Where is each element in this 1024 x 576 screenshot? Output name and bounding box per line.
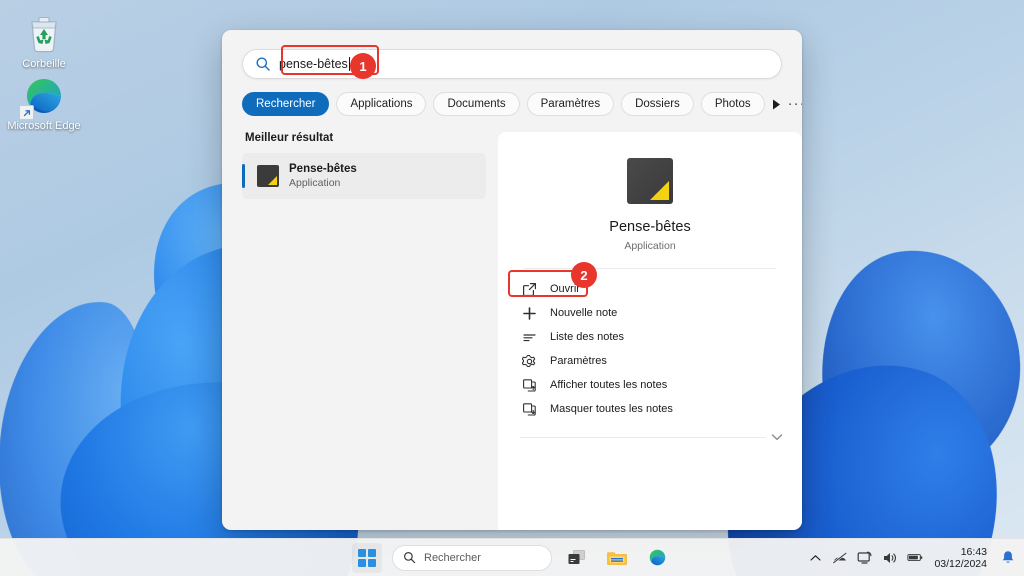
filter-tab-photos[interactable]: Photos — [700, 92, 765, 116]
battery-icon[interactable] — [907, 550, 923, 566]
list-icon — [520, 328, 538, 346]
chevron-up-icon[interactable] — [807, 550, 823, 566]
search-input[interactable]: pense-bêtes — [242, 45, 782, 79]
microsoft-edge-icon — [19, 73, 67, 120]
gear-icon — [520, 352, 538, 370]
chevron-down-icon[interactable] — [766, 433, 788, 442]
selection-indicator — [242, 164, 245, 188]
action-label: Masquer toutes les notes — [550, 403, 673, 415]
app-detail-name: Pense-bêtes — [609, 219, 691, 235]
desktop-icon-microsoft-edge[interactable]: Microsoft Edge — [6, 72, 82, 133]
hide-all-notes-icon — [520, 400, 538, 418]
display-cast-icon[interactable] — [857, 550, 873, 566]
filter-tab-dossiers[interactable]: Dossiers — [621, 92, 694, 116]
shortcut-arrow-icon — [19, 105, 34, 120]
system-tray[interactable]: 16:43 03/12/2024 — [807, 546, 1016, 570]
taskbar-clock[interactable]: 16:43 03/12/2024 — [934, 546, 987, 570]
search-filter-tabs[interactable]: Rechercher Applications Documents Paramè… — [222, 79, 802, 116]
taskbar-search-placeholder: Rechercher — [424, 551, 481, 564]
action-parametres[interactable]: Paramètres — [514, 349, 774, 373]
action-label: Afficher toutes les notes — [550, 379, 668, 391]
taskbar-microsoft-edge-button[interactable] — [642, 543, 672, 573]
action-label: Nouvelle note — [550, 307, 618, 319]
action-ouvrir[interactable]: Ouvrir — [514, 277, 774, 301]
action-label: Paramètres — [550, 355, 607, 367]
desktop-icon-label: Corbeille — [22, 58, 66, 70]
plus-icon — [520, 304, 538, 322]
action-masquer-toutes-les-notes[interactable]: Masquer toutes les notes — [514, 397, 774, 421]
search-input-value: pense-bêtes — [279, 57, 348, 71]
action-nouvelle-note[interactable]: Nouvelle note — [514, 301, 774, 325]
more-options-icon[interactable]: ··· — [788, 96, 802, 111]
best-result-item[interactable]: Pense-bêtes Application — [242, 153, 486, 199]
taskbar[interactable]: Rechercher 16:43 03/12/2024 — [0, 538, 1024, 576]
app-detail-type: Application — [624, 240, 676, 252]
task-view-button[interactable] — [562, 543, 592, 573]
app-detail-card: Pense-bêtes Application Ouvrir Nouvelle … — [498, 132, 802, 530]
windows-search-flyout[interactable]: pense-bêtes Rechercher Applications Docu… — [222, 30, 802, 530]
annotation-badge-1: 1 — [350, 53, 376, 79]
clock-time: 16:43 — [960, 545, 987, 558]
annotation-badge-2: 2 — [571, 262, 597, 288]
action-afficher-toutes-les-notes[interactable]: Afficher toutes les notes — [514, 373, 774, 397]
app-action-list: Ouvrir Nouvelle note Liste des notes Par… — [498, 269, 802, 421]
desktop[interactable]: Corbeille Microsoft Edge pense-bêtes Rec… — [0, 0, 1024, 576]
filter-tab-parametres[interactable]: Paramètres — [526, 92, 615, 116]
best-result-subtitle: Application — [289, 177, 341, 189]
best-result-title: Pense-bêtes — [289, 163, 357, 175]
chevron-right-icon[interactable] — [772, 92, 781, 116]
start-button[interactable] — [352, 542, 382, 573]
search-icon — [403, 551, 416, 564]
search-icon — [255, 56, 271, 72]
filter-tab-rechercher[interactable]: Rechercher — [242, 92, 330, 116]
search-results-column: Meilleur résultat Pense-bêtes Applicatio… — [222, 132, 498, 530]
speaker-icon[interactable] — [882, 550, 898, 566]
clock-date: 03/12/2024 — [934, 557, 987, 570]
action-liste-des-notes[interactable]: Liste des notes — [514, 325, 774, 349]
network-disconnected-icon[interactable] — [832, 550, 848, 566]
sticky-notes-icon — [627, 158, 673, 204]
show-all-notes-icon — [520, 376, 538, 394]
taskbar-search-box[interactable]: Rechercher — [392, 544, 552, 571]
open-external-icon — [520, 280, 538, 298]
desktop-icon-recycle-bin[interactable]: Corbeille — [6, 10, 82, 71]
filter-tab-documents[interactable]: Documents — [433, 92, 520, 116]
best-result-heading: Meilleur résultat — [245, 132, 334, 144]
notification-bell-icon[interactable] — [1000, 550, 1016, 566]
file-explorer-button[interactable] — [602, 543, 632, 573]
divider — [520, 437, 766, 438]
filter-tab-applications[interactable]: Applications — [336, 92, 427, 116]
action-label: Liste des notes — [550, 331, 624, 343]
sticky-notes-icon — [257, 165, 279, 187]
recycle-bin-icon — [6, 10, 82, 58]
desktop-icon-label: Microsoft Edge — [7, 120, 81, 132]
